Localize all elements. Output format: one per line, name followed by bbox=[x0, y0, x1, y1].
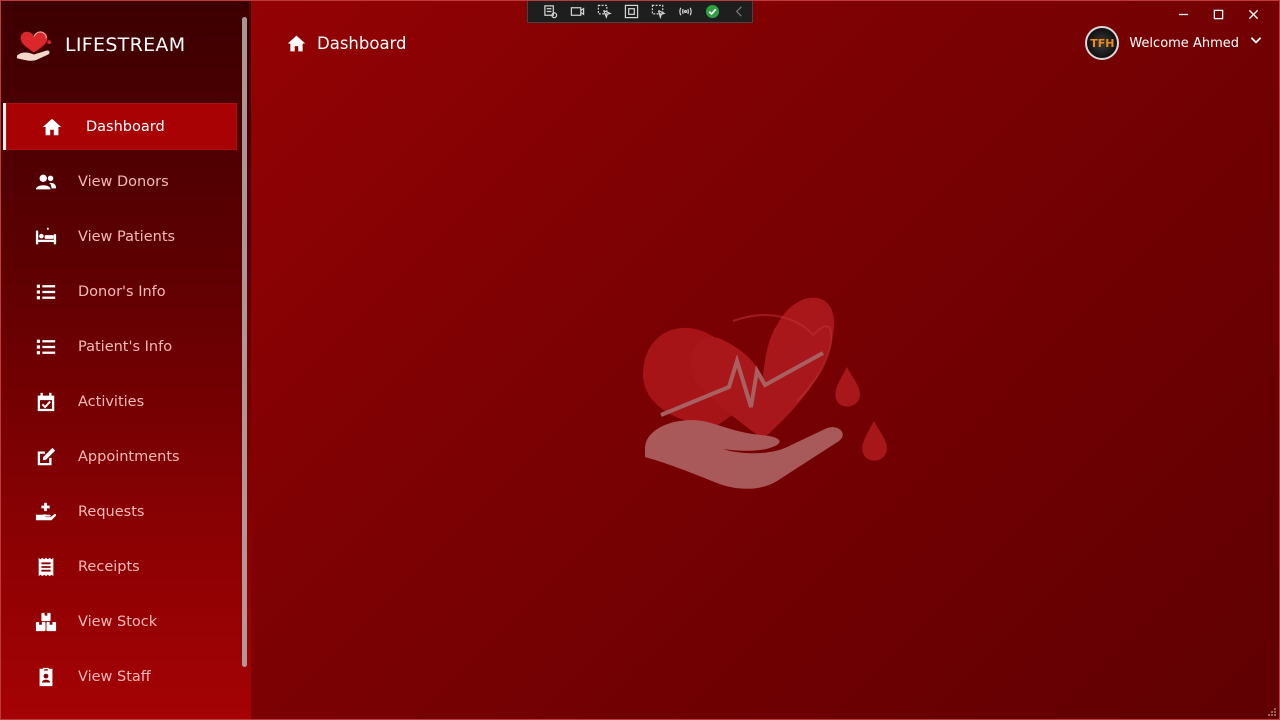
chevron-down-icon[interactable] bbox=[1249, 34, 1263, 52]
hospital-bed-icon bbox=[34, 225, 58, 249]
home-icon bbox=[287, 35, 306, 52]
avatar[interactable]: TFH bbox=[1085, 26, 1120, 60]
sidebar-item-patients-info[interactable]: Patient's Info bbox=[1, 319, 241, 374]
list-icon bbox=[34, 280, 58, 304]
sidebar-item-receipts[interactable]: Receipts bbox=[1, 539, 241, 594]
sidebar-item-label: Activities bbox=[78, 393, 145, 410]
edit-icon bbox=[34, 445, 58, 469]
collapse-toolbar-icon[interactable] bbox=[729, 3, 749, 21]
boxes-icon bbox=[34, 610, 58, 634]
sidebar-item-requests[interactable]: Requests bbox=[1, 484, 241, 539]
page-title-text: Dashboard bbox=[317, 34, 407, 53]
close-button[interactable] bbox=[1236, 5, 1271, 23]
hot-reload-icon[interactable] bbox=[675, 3, 695, 21]
display-layout-adorners-icon[interactable] bbox=[621, 3, 641, 21]
calendar-check-icon bbox=[34, 390, 58, 414]
maximize-button[interactable] bbox=[1201, 5, 1236, 23]
brand-name: LIFESTREAM bbox=[65, 34, 186, 56]
hand-medical-icon bbox=[34, 500, 58, 524]
sidebar-scrollbar[interactable] bbox=[242, 17, 247, 667]
hand-heart-logo-icon bbox=[16, 31, 52, 61]
list-icon bbox=[34, 335, 58, 359]
sidebar-item-label: View Stock bbox=[78, 613, 158, 630]
sidebar-item-label: Receipts bbox=[78, 558, 140, 575]
select-element-icon[interactable] bbox=[594, 3, 614, 21]
sidebar-item-donors-info[interactable]: Donor's Info bbox=[1, 264, 241, 319]
debug-toolbar bbox=[527, 1, 753, 23]
sidebar-item-activities[interactable]: Activities bbox=[1, 374, 241, 429]
sidebar-nav: Dashboard View Donors View Patients Dono… bbox=[1, 99, 241, 704]
camera-icon[interactable] bbox=[567, 3, 587, 21]
sidebar-item-label: View Donors bbox=[78, 173, 169, 190]
sidebar-item-label: Appointments bbox=[78, 448, 180, 465]
avatar-text: TFH bbox=[1090, 36, 1115, 50]
home-icon bbox=[40, 115, 64, 139]
sidebar-item-view-staff[interactable]: View Staff bbox=[1, 649, 241, 704]
welcome-text: Welcome Ahmed bbox=[1129, 35, 1239, 51]
hand-heart-emblem-icon bbox=[642, 297, 887, 489]
sidebar-item-label: Requests bbox=[78, 503, 145, 520]
sidebar-item-label: Patient's Info bbox=[78, 338, 173, 355]
receipt-icon bbox=[34, 555, 58, 579]
maximize-icon bbox=[1213, 9, 1224, 19]
app-window: LIFESTREAM Dashboard View Donors View Pa… bbox=[0, 0, 1280, 720]
window-controls bbox=[1166, 5, 1271, 23]
sidebar-item-label: Donor's Info bbox=[78, 283, 166, 300]
id-badge-icon bbox=[34, 665, 58, 689]
minimize-icon bbox=[1178, 13, 1189, 15]
page-title: Dashboard bbox=[286, 33, 407, 54]
brand: LIFESTREAM bbox=[15, 27, 185, 63]
sidebar: LIFESTREAM Dashboard View Donors View Pa… bbox=[1, 1, 251, 719]
minimize-button[interactable] bbox=[1166, 5, 1201, 23]
live-visual-tree-icon[interactable] bbox=[540, 3, 560, 21]
resize-grip-icon[interactable] bbox=[1267, 707, 1277, 717]
sidebar-item-label: Dashboard bbox=[86, 118, 165, 135]
sidebar-item-view-patients[interactable]: View Patients bbox=[1, 209, 241, 264]
user-menu[interactable]: TFH Welcome Ahmed bbox=[1085, 26, 1263, 60]
sidebar-item-view-stock[interactable]: View Stock bbox=[1, 594, 241, 649]
users-icon bbox=[34, 170, 58, 194]
track-focus-icon[interactable] bbox=[648, 3, 668, 21]
hot-reload-ok-icon[interactable] bbox=[702, 3, 722, 21]
sidebar-item-appointments[interactable]: Appointments bbox=[1, 429, 241, 484]
sidebar-item-dashboard[interactable]: Dashboard bbox=[3, 103, 237, 150]
sidebar-item-view-donors[interactable]: View Donors bbox=[1, 154, 241, 209]
close-icon bbox=[1248, 9, 1259, 19]
sidebar-item-label: View Staff bbox=[78, 668, 151, 685]
sidebar-item-label: View Patients bbox=[78, 228, 176, 245]
